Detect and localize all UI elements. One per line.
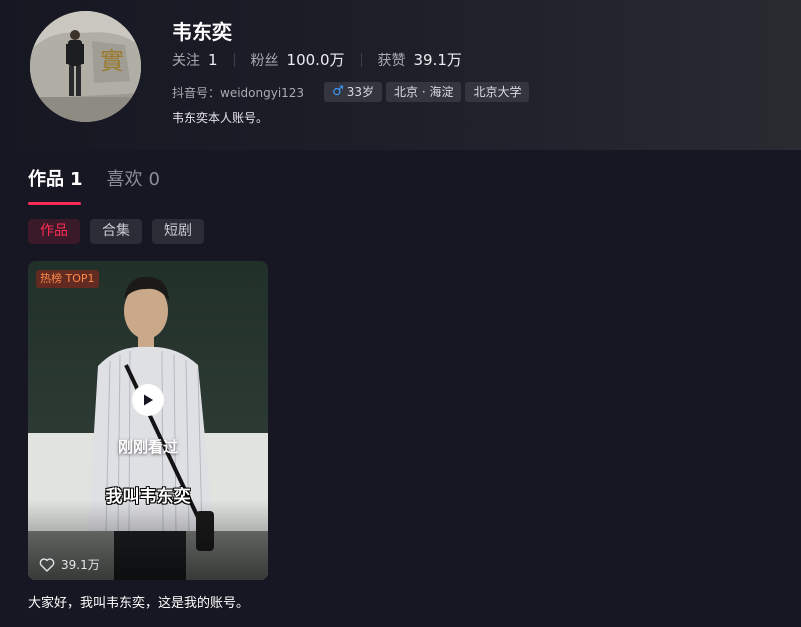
svg-text:實: 實 — [100, 47, 124, 75]
video-burned-caption: 我叫韦东奕 — [105, 487, 191, 507]
stat-likes: 获赞 39.1万 — [378, 49, 462, 70]
play-icon — [144, 394, 153, 406]
recently-watched-label: 刚刚看过 — [117, 438, 178, 456]
video-like-value: 39.1万 — [61, 558, 100, 572]
video-thumbnail — [28, 261, 268, 580]
profile-tabs: 作品 1 喜欢 0 — [28, 165, 184, 205]
tab-works[interactable]: 作品 1 — [28, 165, 83, 205]
stat-followers[interactable]: 粉丝 100.0万 — [251, 49, 345, 70]
nickname: 韦东奕 — [172, 20, 232, 44]
stat-followers-value: 100.0万 — [286, 51, 345, 69]
male-icon: ♂ — [332, 84, 344, 99]
avatar[interactable]: 實 — [30, 11, 141, 122]
video-like-count: 39.1万 — [39, 556, 100, 573]
douyin-id: 抖音号：weidongyi123 — [172, 85, 305, 100]
profile-stats: 关注 1 粉丝 100.0万 获赞 39.1万 — [172, 49, 462, 70]
stat-divider — [233, 52, 235, 67]
profile-meta-row: 抖音号：weidongyi123 ♂ 33岁 北京 · 海淀 北京大学 — [172, 82, 533, 102]
tab-works-label: 作品 — [28, 169, 64, 190]
stat-followers-label: 粉丝 — [250, 53, 279, 69]
tab-likes-count: 0 — [148, 169, 160, 190]
tab-likes[interactable]: 喜欢 0 — [107, 165, 160, 205]
play-button[interactable] — [132, 384, 164, 416]
stat-likes-value: 39.1万 — [413, 51, 462, 69]
content-filters: 作品 合集 短剧 — [28, 219, 214, 244]
stat-divider — [360, 52, 362, 67]
tag-school: 北京大学 — [465, 82, 530, 102]
filter-short-dramas[interactable]: 短剧 — [152, 219, 204, 244]
tag-gender-age: ♂ 33岁 — [324, 82, 382, 102]
tab-likes-label: 喜欢 — [106, 169, 143, 190]
video-card[interactable]: 热榜 TOP1 刚刚看过 我叫韦东奕 39.1万 — [28, 261, 268, 580]
heart-icon — [39, 557, 55, 572]
avatar-photo: 實 — [30, 11, 141, 122]
bio: 韦东奕本人账号。 — [172, 111, 269, 125]
stat-likes-label: 获赞 — [377, 53, 406, 69]
stat-following-value: 1 — [208, 50, 218, 69]
tag-age-text: 33岁 — [346, 85, 374, 99]
filter-collections[interactable]: 合集 — [90, 219, 142, 244]
filter-works[interactable]: 作品 — [28, 219, 80, 244]
tab-works-count: 1 — [70, 169, 83, 190]
stat-following[interactable]: 关注 1 — [172, 50, 218, 70]
hot-rank-badge: 热榜 TOP1 — [36, 270, 99, 288]
video-title[interactable]: 大家好，我叫韦东奕，这是我的账号。 — [28, 592, 249, 611]
stat-following-label: 关注 — [172, 52, 200, 69]
tag-location: 北京 · 海淀 — [386, 82, 462, 102]
